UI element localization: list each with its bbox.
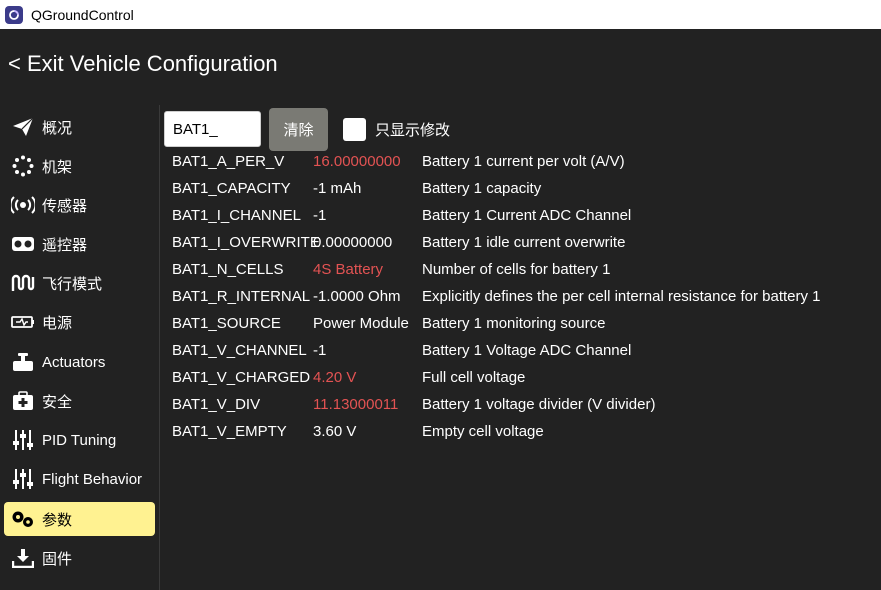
- param-value: 4.20 V: [313, 369, 357, 386]
- sidebar-item-label: PID Tuning: [42, 431, 117, 449]
- sidebar-item-radio[interactable]: 遥控器: [4, 227, 155, 261]
- table-row[interactable]: BAT1_SOURCE Power Module Battery 1 monit…: [172, 310, 877, 337]
- sidebar-item-airframe[interactable]: 机架: [4, 149, 155, 183]
- window-titlebar: QGroundControl: [0, 0, 881, 29]
- window-title: QGroundControl: [31, 6, 134, 23]
- show-modified-only-checkbox[interactable]: [343, 118, 366, 141]
- table-row[interactable]: BAT1_N_CELLS 4S Battery Number of cells …: [172, 256, 877, 283]
- param-description: Number of cells for battery 1: [422, 261, 611, 278]
- sidebar-item-label: 固件: [42, 550, 73, 568]
- param-description: Battery 1 Current ADC Channel: [422, 207, 632, 224]
- sidebar-item-summary[interactable]: 概况: [4, 110, 155, 144]
- sidebar-item-firmware[interactable]: 固件: [4, 541, 155, 575]
- radio-controller-icon: [11, 233, 35, 255]
- param-value: 4S Battery: [313, 261, 384, 278]
- param-value: 0.00000000: [313, 234, 393, 251]
- exit-vehicle-configuration-button[interactable]: < Exit Vehicle Configuration: [8, 48, 278, 80]
- param-name: BAT1_R_INTERNAL: [172, 288, 311, 305]
- table-row[interactable]: BAT1_V_DIV 11.13000011 Battery 1 voltage…: [172, 391, 877, 418]
- sidebar-item-label: Actuators: [42, 353, 106, 371]
- param-name: BAT1_I_OVERWRITE: [172, 234, 320, 251]
- sidebar-item-label: 参数: [42, 511, 73, 529]
- param-name: BAT1_V_DIV: [172, 396, 261, 413]
- param-description: Battery 1 idle current overwrite: [422, 234, 626, 251]
- param-description: Explicitly defines the per cell internal…: [422, 288, 821, 305]
- param-value: -1: [313, 342, 327, 359]
- param-name: BAT1_I_CHANNEL: [172, 207, 301, 224]
- param-value: Power Module: [313, 315, 409, 332]
- param-value: 16.00000000: [313, 153, 401, 170]
- param-description: Battery 1 current per volt (A/V): [422, 153, 625, 170]
- airframe-dots-icon: [11, 155, 35, 177]
- sidebar-item-power[interactable]: 电源: [4, 305, 155, 339]
- qgc-app-icon: [5, 5, 23, 24]
- table-row[interactable]: BAT1_I_OVERWRITE 0.00000000 Battery 1 id…: [172, 229, 877, 256]
- table-row[interactable]: BAT1_V_CHARGED 4.20 V Full cell voltage: [172, 364, 877, 391]
- sidebar-item-actuators[interactable]: Actuators: [4, 345, 155, 379]
- param-name: BAT1_SOURCE: [172, 315, 281, 332]
- power-battery-icon: [11, 311, 35, 333]
- table-row[interactable]: BAT1_V_EMPTY 3.60 V Empty cell voltage: [172, 418, 877, 445]
- param-name: BAT1_A_PER_V: [172, 153, 285, 170]
- param-description: Battery 1 Voltage ADC Channel: [422, 342, 632, 359]
- param-description: Battery 1 monitoring source: [422, 315, 606, 332]
- parameters-gears-icon: [11, 508, 35, 530]
- param-description: Empty cell voltage: [422, 423, 544, 440]
- param-name: BAT1_CAPACITY: [172, 180, 291, 197]
- table-row[interactable]: BAT1_I_CHANNEL -1 Battery 1 Current ADC …: [172, 202, 877, 229]
- param-name: BAT1_V_CHARGED: [172, 369, 311, 386]
- tuning-sliders-icon: [11, 429, 35, 451]
- clear-search-button[interactable]: 清除: [269, 108, 328, 151]
- sidebar-item-label: 概况: [42, 119, 73, 137]
- actuators-icon: [11, 351, 35, 373]
- table-row[interactable]: BAT1_R_INTERNAL -1.0000 Ohm Explicitly d…: [172, 283, 877, 310]
- param-value: -1: [313, 207, 327, 224]
- behavior-sliders-icon: [11, 468, 35, 490]
- paper-plane-icon: [11, 116, 35, 138]
- sidebar-item-label: 电源: [42, 314, 73, 332]
- sidebar-item-label: 遥控器: [42, 236, 88, 254]
- sidebar-item-pid-tuning[interactable]: PID Tuning: [4, 423, 155, 457]
- setup-sidebar: 概况 机架 传感器 遥控器 飞行模式 电源 Actuators 安全 PID T…: [0, 105, 160, 590]
- table-row[interactable]: BAT1_CAPACITY -1 mAh Battery 1 capacity: [172, 175, 877, 202]
- sidebar-item-label: 机架: [42, 158, 73, 176]
- sidebar-item-label: 飞行模式: [42, 275, 103, 293]
- param-value: -1 mAh: [313, 180, 362, 197]
- sidebar-item-label: 安全: [42, 393, 73, 411]
- sensors-radiate-icon: [11, 194, 35, 216]
- param-value: 3.60 V: [313, 423, 357, 440]
- param-description: Battery 1 voltage divider (V divider): [422, 396, 656, 413]
- param-value: -1.0000 Ohm: [313, 288, 401, 305]
- table-row[interactable]: BAT1_A_PER_V 16.00000000 Battery 1 curre…: [172, 148, 877, 175]
- table-row[interactable]: BAT1_V_CHANNEL -1 Battery 1 Voltage ADC …: [172, 337, 877, 364]
- sidebar-item-label: 传感器: [42, 197, 88, 215]
- sidebar-item-sensors[interactable]: 传感器: [4, 188, 155, 222]
- param-description: Full cell voltage: [422, 369, 526, 386]
- param-name: BAT1_N_CELLS: [172, 261, 284, 278]
- sidebar-item-safety[interactable]: 安全: [4, 384, 155, 418]
- parameter-list: BAT1_A_PER_V 16.00000000 Battery 1 curre…: [172, 148, 877, 445]
- safety-medkit-icon: [11, 390, 35, 412]
- sidebar-item-flight-behavior[interactable]: Flight Behavior: [4, 462, 155, 496]
- param-description: Battery 1 capacity: [422, 180, 542, 197]
- sidebar-item-parameters[interactable]: 参数: [4, 502, 155, 536]
- sidebar-item-flight-modes[interactable]: 飞行模式: [4, 266, 155, 300]
- flight-modes-wave-icon: [11, 272, 35, 294]
- param-value: 11.13000011: [313, 396, 399, 413]
- sidebar-item-label: Flight Behavior: [42, 470, 143, 488]
- param-name: BAT1_V_CHANNEL: [172, 342, 307, 359]
- firmware-download-icon: [11, 547, 35, 569]
- param-name: BAT1_V_EMPTY: [172, 423, 287, 440]
- parameter-search-input[interactable]: [164, 111, 261, 147]
- show-modified-only-label: 只显示修改: [375, 121, 451, 139]
